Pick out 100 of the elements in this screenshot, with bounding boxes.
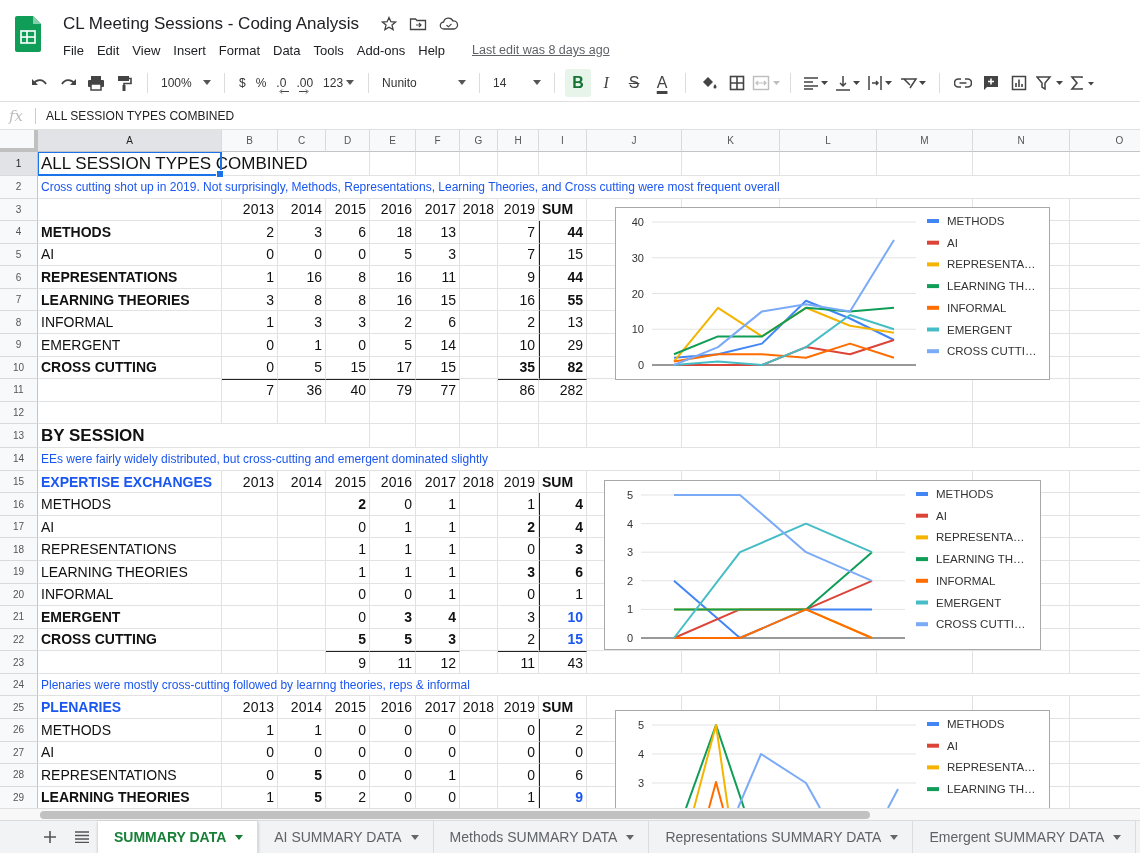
- legend-label: METHODS: [947, 718, 1005, 730]
- table-cell: 2: [498, 311, 539, 334]
- table-cell: METHODS: [38, 718, 222, 742]
- table-cell: 0: [326, 583, 370, 607]
- table-cell: 0: [498, 583, 539, 607]
- table-cell: 1: [326, 561, 370, 584]
- table-cell: 3: [278, 311, 326, 334]
- table-cell: INFORMAL: [38, 311, 222, 334]
- table-cell: 0: [222, 333, 278, 357]
- table-cell: 1: [222, 311, 278, 334]
- table-cell: 2: [222, 221, 278, 244]
- table-cell: 2013: [222, 696, 278, 719]
- legend-label: CROSS CUTTI…: [936, 618, 1026, 631]
- table-cell: 2014: [278, 470, 326, 494]
- table-cell: 2017: [416, 198, 460, 222]
- table-cell: 6: [416, 311, 460, 334]
- table-cell: EMERGENT: [38, 333, 222, 357]
- table-cell: 6: [326, 221, 370, 244]
- table-cell: 1: [416, 764, 460, 787]
- table-cell: 5: [278, 356, 326, 380]
- table-cell: 0: [326, 764, 370, 787]
- axis-tick-label: 40: [631, 216, 644, 228]
- table-cell: 15: [539, 243, 587, 267]
- axis-tick-label: 5: [626, 489, 633, 501]
- legend-label: METHODS: [936, 488, 994, 500]
- table-cell: 2016: [370, 470, 416, 494]
- table-cell: 2017: [416, 470, 460, 494]
- table-cell: 17: [370, 356, 416, 380]
- table-cell: REPRESENTATIONS: [38, 764, 222, 787]
- table-cell: 3: [416, 243, 460, 267]
- table-cell: METHODS: [38, 493, 222, 516]
- table-cell: 0: [370, 741, 416, 765]
- table-cell: 43: [539, 651, 587, 674]
- table-cell: 86: [498, 379, 539, 402]
- table-cell: EMERGENT: [38, 606, 222, 629]
- table-cell: EXPERTISE EXCHANGES: [38, 470, 222, 494]
- axis-tick-label: 1: [626, 603, 633, 616]
- table-cell: 5: [278, 764, 326, 787]
- legend-label: EMERGENT: [936, 596, 1002, 609]
- table-cell: 1: [416, 493, 460, 516]
- table-cell: 3: [416, 628, 460, 652]
- table-cell: 15: [326, 356, 370, 380]
- table-cell: 1: [370, 538, 416, 561]
- legend-label: EMERGENT: [947, 323, 1013, 336]
- table-cell: 44: [539, 221, 587, 244]
- table-cell: 15: [416, 356, 460, 380]
- legend-label: LEARNING TH…: [947, 280, 1036, 293]
- table-cell: 2016: [370, 696, 416, 719]
- table-cell: 1: [326, 538, 370, 561]
- table-cell: 2: [498, 628, 539, 652]
- legend-label: INFORMAL: [947, 301, 1007, 314]
- legend-label: AI: [947, 739, 958, 752]
- cell-note: Cross cutting shot up in 2019. Not surprisingly, Methods, Representations, Learning Theories, and Cross cutting were most frequent overall: [38, 176, 1140, 199]
- table-cell: 77: [416, 379, 460, 402]
- table-cell: 0: [222, 764, 278, 787]
- table-cell: 1: [416, 561, 460, 584]
- axis-tick-label: 30: [631, 251, 644, 264]
- table-cell: REPRESENTATIONS: [38, 538, 222, 561]
- table-cell: 16: [370, 288, 416, 312]
- table-cell: AI: [38, 515, 222, 539]
- table-cell: 79: [370, 379, 416, 402]
- table-cell: REPRESENTATIONS: [38, 266, 222, 289]
- cell-note: EEs were fairly widely distributed, but cross-cutting and emergent dominated slightly: [38, 448, 1140, 471]
- table-cell: 282: [539, 379, 587, 402]
- table-cell: 0: [326, 243, 370, 267]
- table-cell: 3: [498, 606, 539, 629]
- legend-label: INFORMAL: [936, 574, 996, 587]
- table-cell: 1: [416, 515, 460, 539]
- table-cell: BY SESSION: [38, 424, 370, 449]
- table-cell: 40: [326, 379, 370, 402]
- table-cell: 2013: [222, 198, 278, 222]
- table-cell: 2: [370, 311, 416, 334]
- table-cell: 2018: [460, 198, 498, 222]
- table-cell: 2018: [460, 696, 498, 719]
- table-cell: 2015: [326, 198, 370, 222]
- table-cell: 0: [370, 583, 416, 607]
- table-cell: 8: [326, 266, 370, 289]
- legend-label: AI: [947, 236, 958, 249]
- table-cell: LEARNING THEORIES: [38, 288, 222, 312]
- table-cell: 35: [498, 356, 539, 380]
- table-cell: 1: [278, 333, 326, 357]
- axis-tick-label: 3: [626, 546, 633, 559]
- table-cell: 8: [278, 288, 326, 312]
- table-cell: 2017: [416, 696, 460, 719]
- table-cell: 5: [326, 628, 370, 652]
- table-cell: 36: [278, 379, 326, 402]
- table-cell: 3: [370, 606, 416, 629]
- table-cell: 1: [222, 266, 278, 289]
- table-cell: 3: [278, 221, 326, 244]
- table-cell: 8: [326, 288, 370, 312]
- table-cell: 11: [498, 651, 539, 674]
- table-cell: 1: [416, 583, 460, 607]
- table-cell: 3: [539, 538, 587, 561]
- table-cell: 2019: [498, 198, 539, 222]
- table-cell: 9: [498, 266, 539, 289]
- table-cell: AI: [38, 243, 222, 267]
- table-cell: 55: [539, 288, 587, 312]
- table-cell: METHODS: [38, 221, 222, 244]
- table-cell: 2016: [370, 198, 416, 222]
- table-cell: 0: [326, 718, 370, 742]
